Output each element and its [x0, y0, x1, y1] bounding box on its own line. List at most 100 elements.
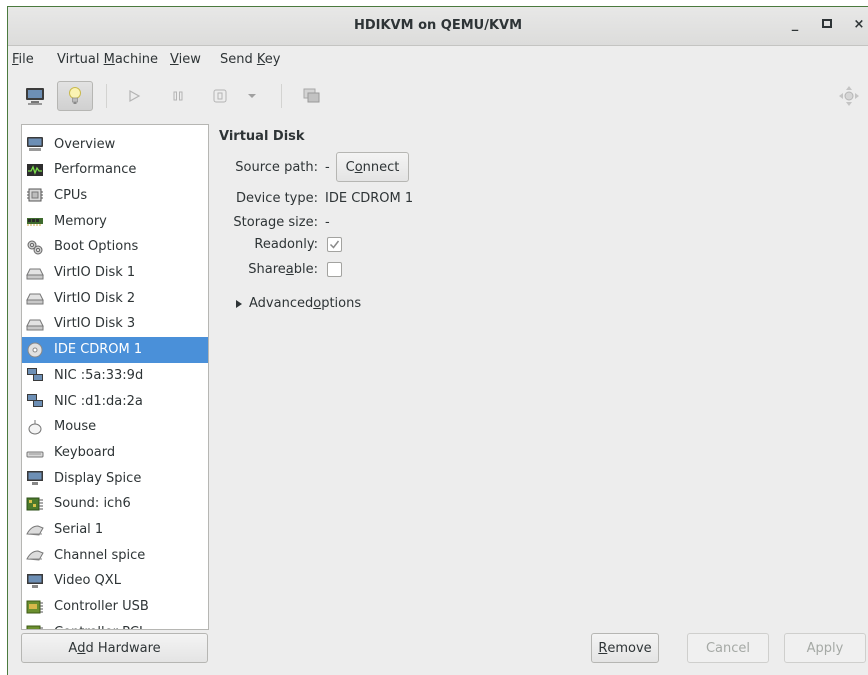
readonly-label: Readonly: — [254, 237, 318, 252]
menu-sendkey-label: ey — [264, 52, 281, 67]
shutdown-menu-button[interactable] — [240, 82, 264, 110]
controller-icon — [26, 599, 44, 615]
sidebar-item-label: Sound: ich6 — [54, 496, 131, 512]
sidebar-item[interactable]: Performance — [22, 157, 208, 183]
resize-to-vm-button[interactable] — [834, 82, 864, 110]
sidebar-item-label: Controller PCI — [54, 625, 143, 629]
sidebar-item-label: VirtIO Disk 2 — [54, 290, 136, 306]
sidebar-item[interactable]: Controller PCI — [22, 619, 208, 629]
menu-sendkey-label-pre: Send — [220, 52, 257, 67]
readonly-checkbox[interactable] — [327, 237, 342, 252]
sidebar-item[interactable]: VirtIO Disk 3 — [22, 311, 208, 337]
performance-icon — [26, 162, 44, 178]
details-button[interactable] — [57, 81, 93, 111]
sidebar-item[interactable]: Mouse — [22, 414, 208, 440]
add-hardware-button[interactable]: Add Hardware — [21, 633, 208, 663]
maximize-icon — [822, 19, 832, 28]
monitor-icon — [26, 88, 44, 105]
sidebar-item[interactable]: Keyboard — [22, 439, 208, 465]
gears-icon — [26, 239, 44, 255]
menu-send-key[interactable]: Send Key — [220, 52, 280, 67]
menu-vm-label-pre: Virtual — [57, 52, 104, 67]
play-icon — [129, 89, 141, 103]
chevron-down-icon — [248, 94, 256, 98]
close-button[interactable]: × — [851, 17, 867, 32]
sidebar-item[interactable]: Channel spice — [22, 542, 208, 568]
sidebar-item-label: Performance — [54, 162, 137, 178]
shareable-label: Shareable: — [218, 262, 318, 277]
toolbar-separator — [106, 84, 107, 108]
sidebar-item[interactable]: Display Spice — [22, 465, 208, 491]
menu-view-mnemonic: V — [170, 52, 179, 67]
shareable-checkbox[interactable] — [327, 262, 342, 277]
sidebar-item[interactable]: Overview — [22, 131, 208, 157]
toolbar-separator-2 — [281, 84, 282, 108]
shutdown-icon — [213, 89, 227, 103]
device-type-label: Device type: — [235, 191, 318, 206]
storage-size-label: Storage size: — [233, 215, 318, 230]
sidebar-item-label: VirtIO Disk 3 — [54, 316, 136, 332]
title-bar[interactable]: HDIKVM on QEMU/KVM _ × — [8, 7, 868, 46]
source-path-value: - — [325, 160, 330, 175]
menu-view-label: iew — [178, 52, 201, 67]
sidebar-item[interactable]: Video QXL — [22, 568, 208, 594]
apply-button[interactable]: Apply — [784, 633, 866, 663]
disk-icon — [26, 265, 44, 281]
sidebar-item[interactable]: CPUs — [22, 182, 208, 208]
cdrom-icon — [26, 342, 44, 358]
cancel-button[interactable]: Cancel — [687, 633, 769, 663]
sidebar-item[interactable]: NIC :d1:da:2a — [22, 388, 208, 414]
add-hardware-mnemonic: d — [77, 640, 86, 656]
fullscreen-button[interactable] — [298, 82, 326, 110]
console-button[interactable] — [18, 82, 52, 110]
sidebar-item-label: NIC :d1:da:2a — [54, 393, 143, 409]
checkmark-icon — [329, 240, 340, 249]
sidebar-item-label: Overview — [54, 136, 116, 152]
maximize-button[interactable] — [819, 17, 835, 33]
pause-button[interactable] — [164, 82, 192, 110]
sidebar-item-label: NIC :5a:33:9d — [54, 367, 144, 383]
memory-icon — [26, 213, 44, 229]
sidebar-item[interactable]: Controller USB — [22, 594, 208, 620]
menu-view[interactable]: View — [170, 52, 201, 67]
sidebar-item[interactable]: Boot Options — [22, 234, 208, 260]
sidebar-item[interactable]: VirtIO Disk 2 — [22, 285, 208, 311]
menu-file[interactable]: File — [12, 52, 34, 67]
sidebar-item[interactable]: Memory — [22, 208, 208, 234]
disk-icon — [26, 290, 44, 306]
sidebar-item[interactable]: VirtIO Disk 1 — [22, 260, 208, 286]
sidebar-item-label: Keyboard — [54, 444, 116, 460]
serial-icon — [26, 522, 44, 538]
run-button[interactable] — [120, 82, 148, 110]
sidebar-item[interactable]: Serial 1 — [22, 517, 208, 543]
sidebar-item-label: Boot Options — [54, 239, 139, 255]
sidebar-item[interactable]: Sound: ich6 — [22, 491, 208, 517]
sidebar-item[interactable]: NIC :5a:33:9d — [22, 362, 208, 388]
connect-mnemonic: o — [354, 159, 363, 175]
sidebar-item[interactable]: IDE CDROM 1 — [22, 336, 208, 363]
remove-button[interactable]: Remove — [591, 633, 659, 663]
advanced-label-pre: Advanced — [249, 296, 314, 311]
menu-virtual-machine[interactable]: Virtual Machine — [57, 52, 158, 67]
add-hardware-label-pre: A — [68, 640, 78, 656]
hardware-list[interactable]: Overview Performance CPUs Memory Boot Option… — [21, 124, 209, 630]
add-hardware-label: d Hardware — [85, 640, 161, 656]
expander-arrow-icon — [236, 299, 242, 308]
connect-button[interactable]: Co nnect — [336, 152, 409, 182]
shareable-label-rest: ble: — [293, 262, 318, 277]
network-icon — [26, 393, 44, 409]
cpu-icon — [26, 187, 44, 203]
display-icon — [26, 573, 44, 589]
sidebar-item-label: Memory — [54, 213, 107, 229]
menu-bar: File Virtual Machine View Send Key — [8, 46, 868, 72]
minimize-button[interactable]: _ — [787, 17, 803, 32]
shutdown-button[interactable] — [206, 82, 234, 110]
advanced-options-expander[interactable]: Advanced o ptions — [235, 296, 361, 311]
connect-label-pre: C — [345, 159, 355, 175]
disk-icon — [26, 316, 44, 332]
sidebar-item-label: IDE CDROM 1 — [54, 342, 143, 358]
sidebar-item-label: Controller USB — [54, 599, 149, 615]
source-path-label: Source path: — [235, 160, 318, 175]
menu-vm-mnemonic: M — [103, 52, 115, 67]
shareable-label-pre: Share — [248, 262, 286, 277]
